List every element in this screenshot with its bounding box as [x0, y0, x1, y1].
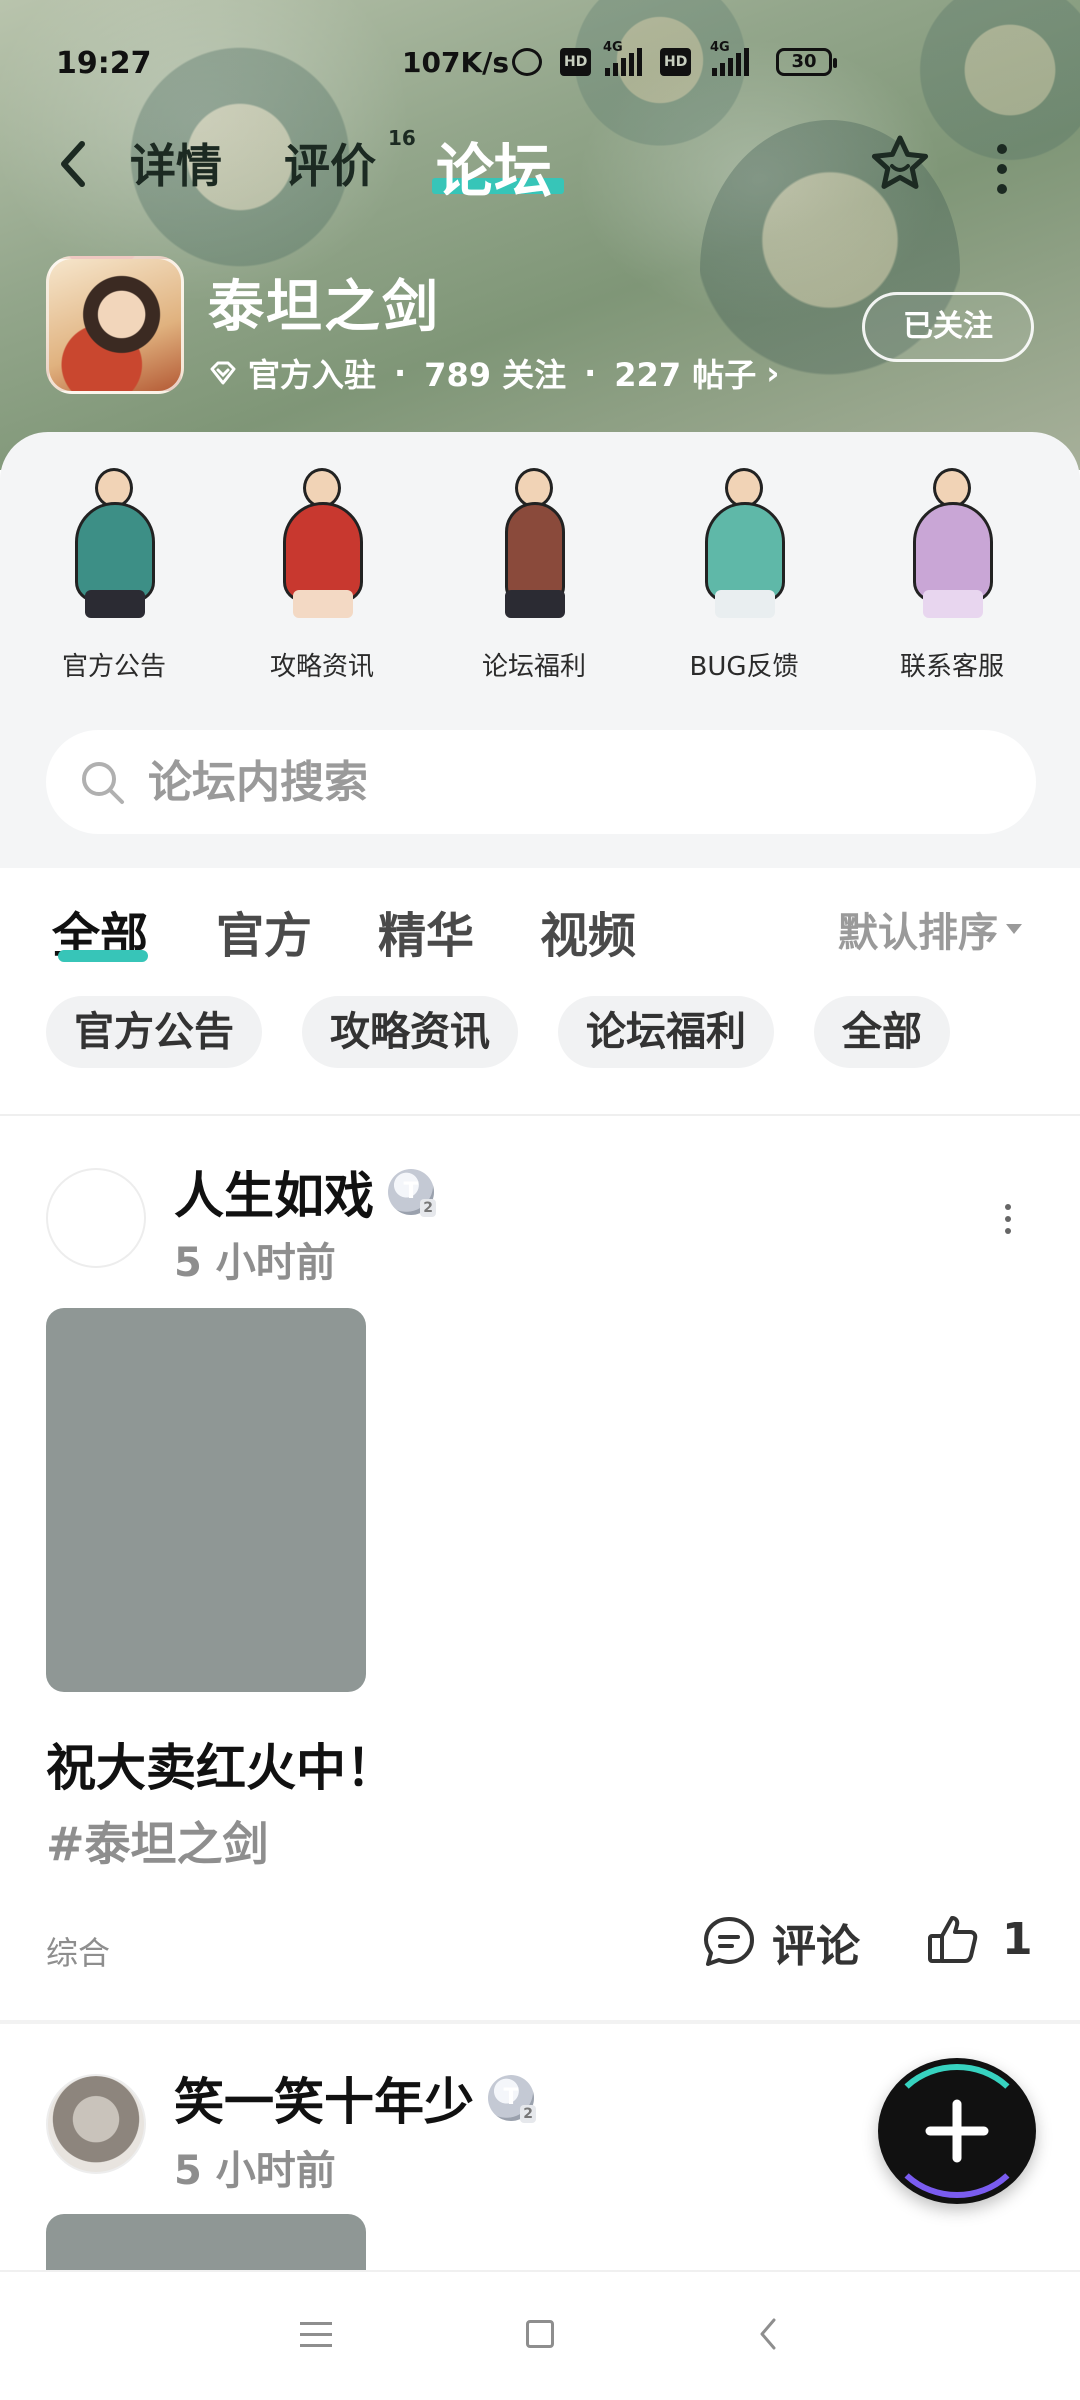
search-bar[interactable]: [46, 730, 1036, 834]
quick-entry-label: 官方公告: [61, 652, 166, 682]
search-icon: [82, 762, 124, 804]
tab-reviews[interactable]: 评价: [284, 130, 376, 196]
chip-welfare[interactable]: 论坛福利: [558, 996, 774, 1068]
quick-entry-label: 论坛福利: [481, 652, 586, 682]
more-dots-icon: [1005, 1204, 1011, 1210]
level-badge-icon: T2: [388, 1169, 436, 1217]
separator-dot: ·: [584, 354, 597, 392]
system-back-icon[interactable]: [756, 2316, 780, 2352]
chevron-left-icon: [61, 141, 85, 187]
username-text: 人生如戏: [174, 1167, 374, 1225]
divider: [0, 1114, 1080, 1116]
status-time: 19:27: [56, 46, 152, 81]
official-label: 官方入驻: [248, 356, 377, 394]
post-topic-tag[interactable]: #泰坦之剑: [46, 1808, 269, 1874]
quick-entry-guides[interactable]: 攻略资讯: [232, 462, 412, 692]
more-options-button[interactable]: [990, 140, 1014, 194]
recent-apps-button[interactable]: [300, 2322, 332, 2350]
guide-character-icon: [247, 462, 397, 622]
followers-count: 789 关注: [424, 356, 567, 394]
chip-official-notice[interactable]: 官方公告: [46, 996, 262, 1068]
like-button[interactable]: 1: [924, 1910, 1033, 1968]
quick-entry-label: 攻略资讯: [269, 652, 374, 682]
comment-button[interactable]: 评论: [700, 1910, 860, 1974]
post-category: 综合: [46, 1934, 111, 1972]
notice-character-icon: [39, 462, 189, 622]
chip-guides[interactable]: 攻略资讯: [302, 996, 518, 1068]
quick-entry-label: 联系客服: [899, 652, 1004, 682]
sort-label: 默认排序: [838, 910, 998, 956]
star-icon: [871, 135, 929, 189]
quick-entry-bug-report[interactable]: BUG反馈: [654, 462, 834, 692]
bug-character-icon: [669, 462, 819, 622]
hd-icon: HD: [560, 48, 592, 76]
comment-bubble-icon: [704, 1917, 754, 1966]
quick-entry-welfare[interactable]: 论坛福利: [444, 462, 624, 692]
avatar[interactable]: [46, 2074, 146, 2174]
more-dots-icon: [997, 144, 1007, 154]
header-banner: 19:27 107K/s HD 4G HD 4G 30 详情 评价 16 论坛 …: [0, 0, 1080, 470]
post-time: 5 小时前: [174, 2148, 336, 2194]
tab-reviews-count: 16: [388, 126, 416, 150]
hd-icon: HD: [660, 48, 692, 76]
like-count: 1: [1002, 1913, 1033, 1965]
signal-icon: 4G: [603, 40, 642, 76]
status-bar: 19:27 107K/s HD 4G HD 4G 30: [0, 0, 1080, 120]
caret-down-icon: [1006, 924, 1022, 934]
back-button[interactable]: [52, 136, 96, 192]
home-button[interactable]: [526, 2320, 554, 2348]
post-more-button[interactable]: [1000, 1204, 1016, 1238]
system-navigation-bar: [0, 2270, 1080, 2400]
posts-count: 227 帖子: [614, 356, 757, 394]
search-input[interactable]: [148, 748, 998, 816]
tab-details[interactable]: 详情: [130, 130, 222, 196]
welfare-character-icon: [459, 462, 609, 622]
quick-entry-customer-service[interactable]: 联系客服: [862, 462, 1042, 692]
favorite-button[interactable]: [868, 132, 932, 196]
chip-all[interactable]: 全部: [814, 996, 950, 1068]
chevron-right-icon: ›: [766, 354, 780, 392]
post-title[interactable]: 祝大卖红火中！: [46, 1728, 396, 1800]
service-character-icon: [877, 462, 1027, 622]
diamond-heart-icon: [210, 361, 236, 385]
comment-label: 评论: [772, 1921, 860, 1972]
post-time: 5 小时前: [174, 1240, 336, 1286]
username-text: 笑一笑十年少: [174, 2073, 474, 2131]
thumbs-up-icon: [928, 1916, 978, 1963]
game-title: 泰坦之剑: [208, 275, 440, 340]
battery-icon: 30: [776, 48, 837, 76]
avatar[interactable]: [46, 1168, 146, 1268]
plus-icon: [925, 2099, 989, 2163]
filter-tab-video[interactable]: 视频: [540, 896, 636, 966]
level-badge-icon: T2: [488, 2075, 536, 2123]
active-filter-indicator: [58, 950, 148, 962]
divider: [0, 2020, 1080, 2024]
compose-post-button[interactable]: [878, 2058, 1036, 2204]
game-icon: [46, 256, 184, 394]
filter-tab-official[interactable]: 官方: [216, 896, 312, 966]
tab-forum[interactable]: 论坛: [436, 124, 552, 208]
post-image[interactable]: [46, 1308, 366, 1692]
network-speed: 107K/s: [402, 46, 510, 79]
post-username[interactable]: 人生如戏 T2: [174, 1156, 436, 1228]
game-meta[interactable]: 官方入驻 · 789 关注 · 227 帖子 ›: [208, 350, 779, 396]
filter-tab-featured[interactable]: 精华: [378, 896, 474, 966]
post-username[interactable]: 笑一笑十年少 T2: [174, 2062, 536, 2134]
quick-entry-official-notice[interactable]: 官方公告: [24, 462, 204, 692]
signal-icon: 4G: [710, 40, 749, 76]
follow-button[interactable]: 已关注: [862, 292, 1034, 362]
separator-dot: ·: [394, 354, 407, 392]
sort-dropdown[interactable]: 默认排序: [838, 900, 1022, 958]
alarm-icon: [512, 48, 542, 76]
quick-entry-label: BUG反馈: [689, 652, 799, 682]
